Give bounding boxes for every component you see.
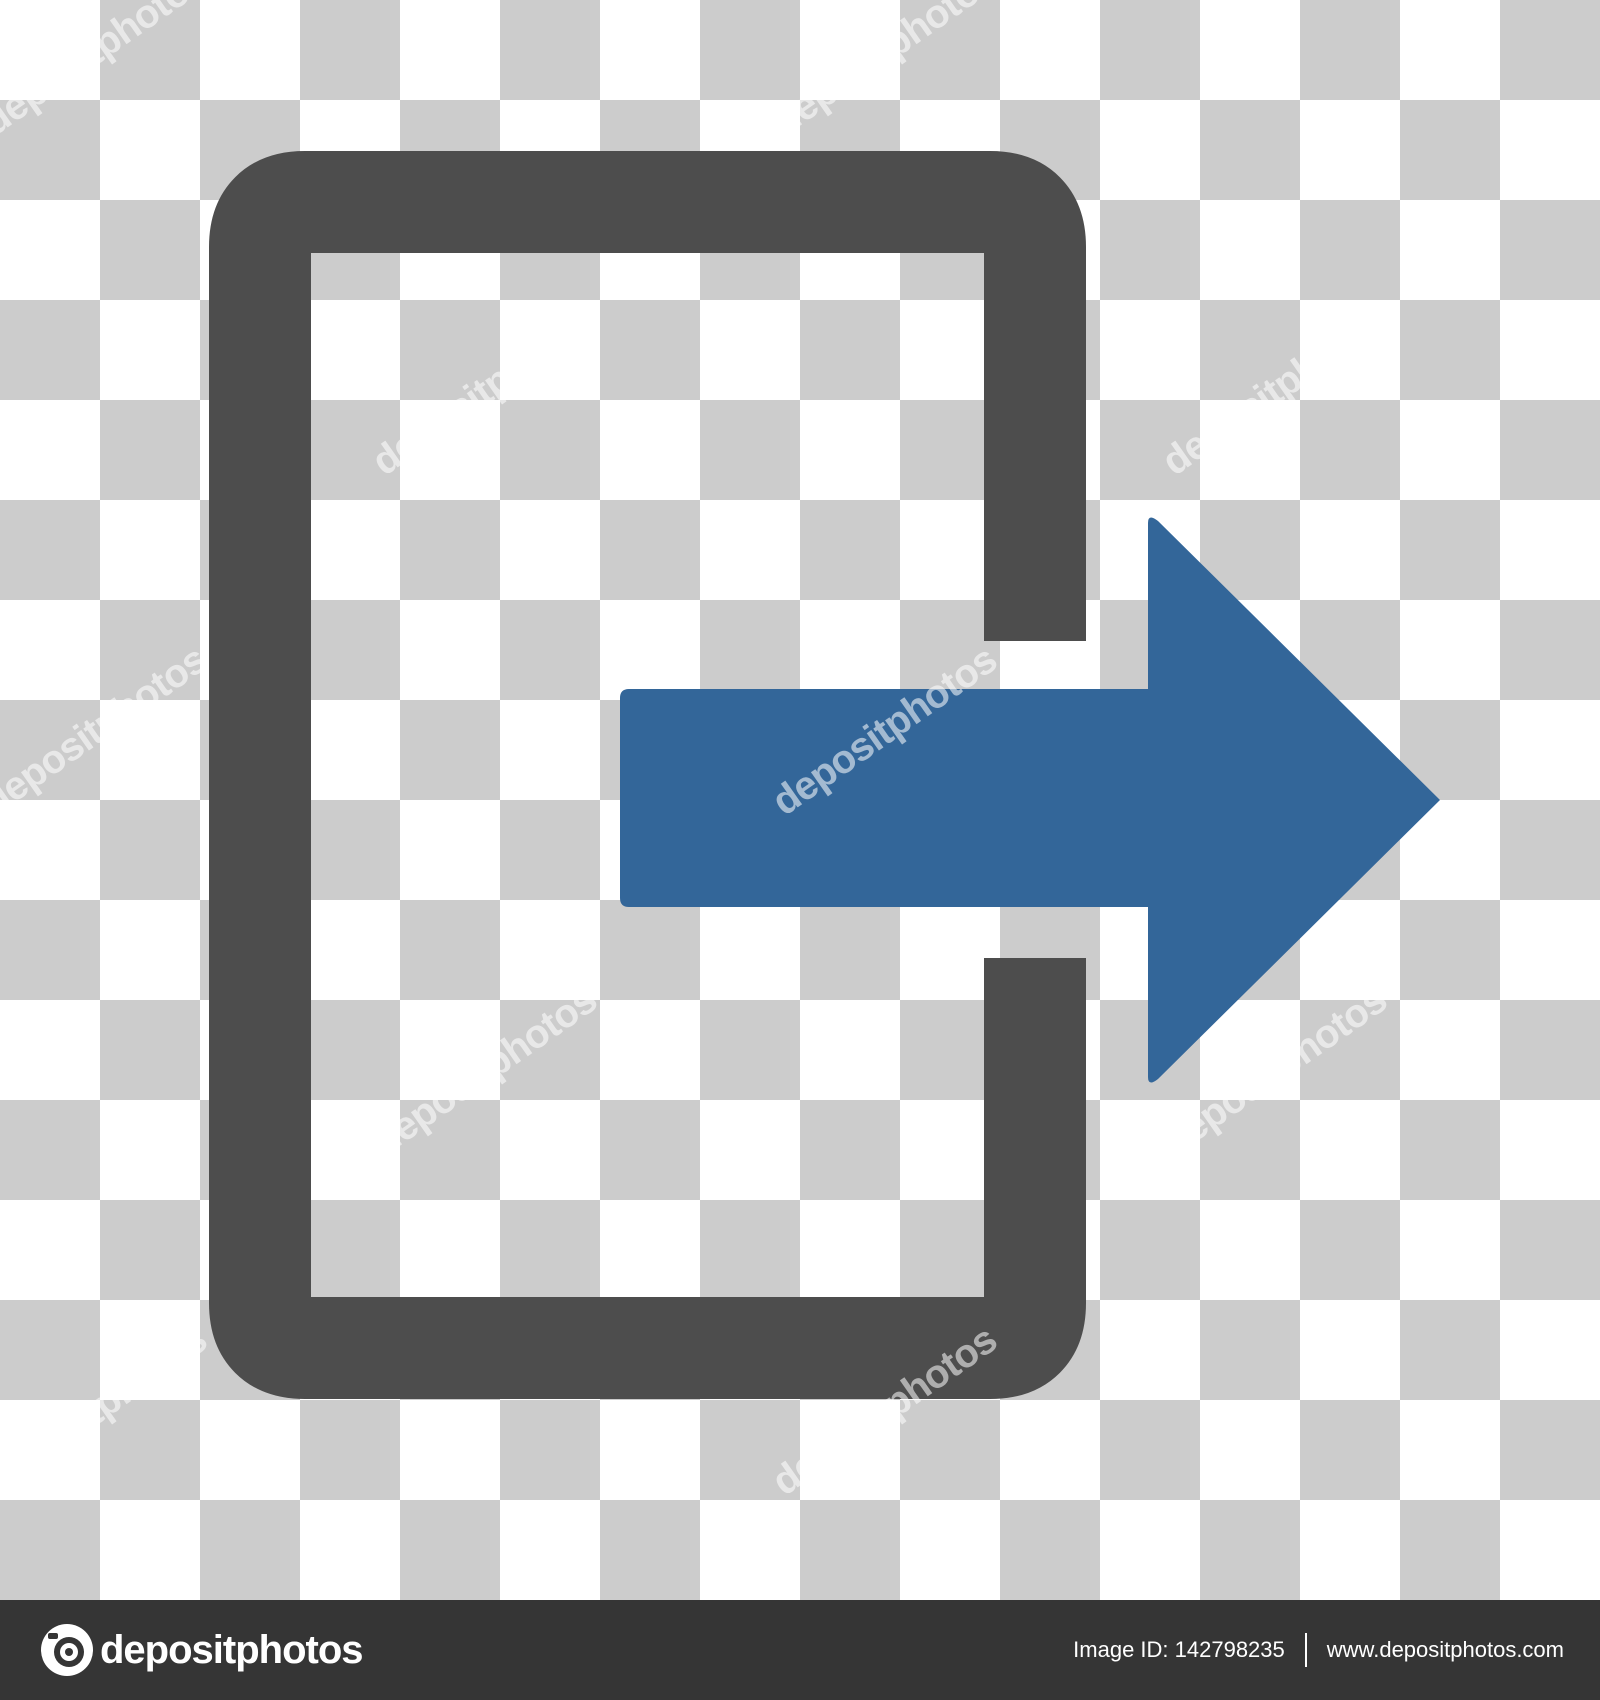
image-id-text: Image ID: 142798235 (1073, 1637, 1285, 1662)
checkerboard-background: depositphotos depositphotos depositphoto… (0, 0, 1600, 1600)
depositphotos-logo[interactable]: depositphotos (40, 1623, 364, 1677)
logo-text: depositphotos (100, 1627, 364, 1672)
exit-door-icon (209, 151, 1440, 1399)
footer-divider (1304, 1633, 1307, 1667)
footer-info: Image ID: 142798235 www.depositphotos.co… (1073, 1633, 1564, 1667)
camera-logo-icon (41, 1624, 93, 1676)
site-url-link[interactable]: www.depositphotos.com (1327, 1637, 1564, 1663)
footer-bar: depositphotos Image ID: 142798235 www.de… (0, 1600, 1600, 1700)
